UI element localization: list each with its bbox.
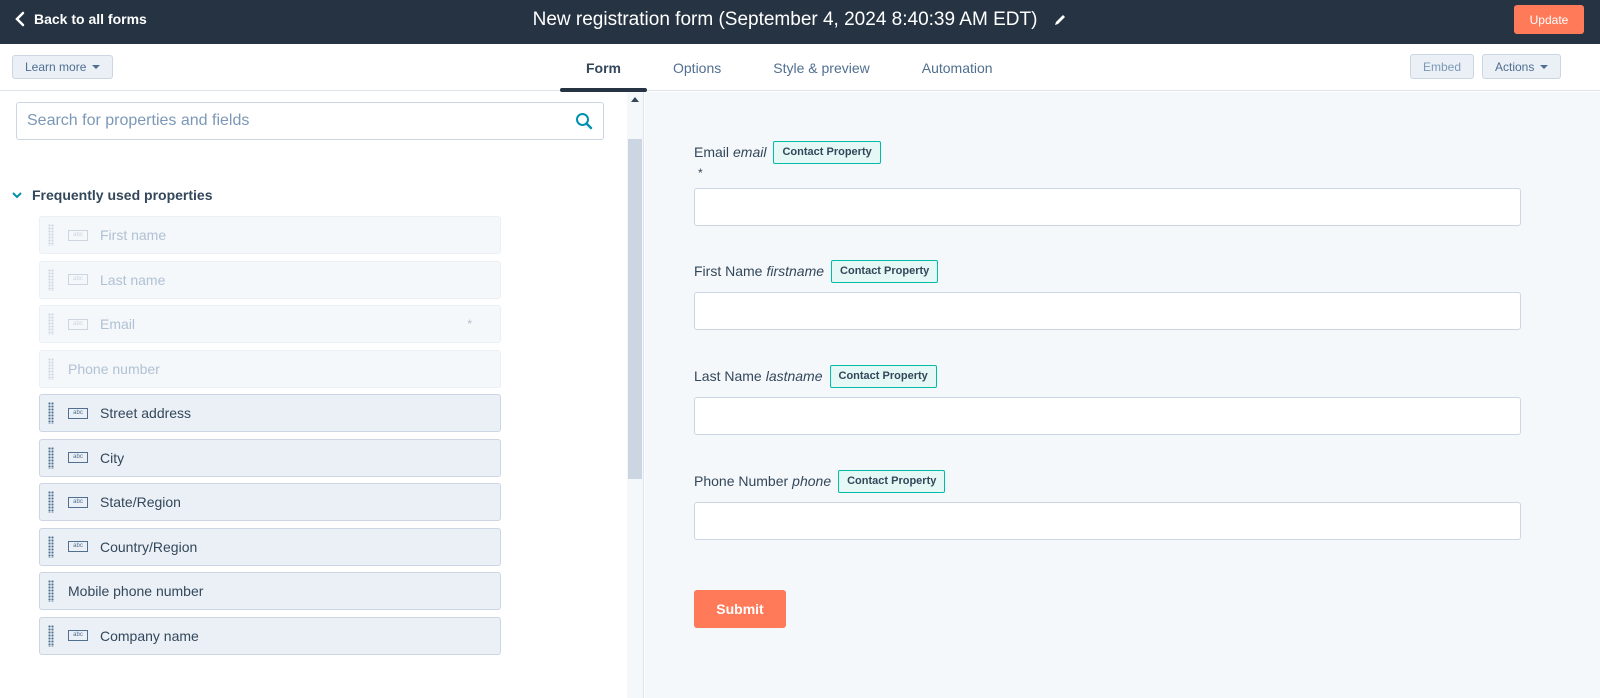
field-label-row: Email email Contact Property [694, 140, 1522, 164]
learn-more-button[interactable]: Learn more [12, 55, 114, 79]
property-field-item: abc Last name [39, 260, 501, 299]
preview-field-phone: Phone Number phone Contact Property [694, 469, 1522, 540]
drag-handle-icon[interactable] [48, 624, 54, 647]
search-box [16, 102, 604, 140]
field-label-row: Phone Number phone Contact Property [694, 469, 1522, 493]
property-field-item: Phone number [39, 349, 501, 388]
text-field-icon: abc [68, 229, 88, 241]
contact-property-badge: Contact Property [831, 259, 939, 283]
field-internal-name: email [733, 144, 767, 160]
property-field-item[interactable]: abc Street address [39, 394, 501, 432]
text-field-icon: abc [68, 630, 88, 641]
drag-handle-icon[interactable] [48, 580, 54, 602]
property-field-item: abc First name [39, 216, 501, 254]
drag-handle-icon [48, 268, 54, 291]
scrollbar-thumb[interactable] [628, 139, 642, 479]
property-field-label: Street address [100, 405, 192, 421]
drag-handle-icon[interactable] [48, 402, 54, 424]
sub-bar: Learn more Form Options Style & preview Aut… [0, 44, 1600, 92]
property-field-list: abc First name abc Last name abc Email * Phone … [39, 216, 501, 661]
contact-property-badge: Contact Property [773, 140, 881, 164]
required-mark: * [467, 317, 472, 331]
email-input[interactable] [694, 188, 1521, 226]
property-field-label: Last name [100, 271, 166, 288]
property-field-item: abc Email * [39, 305, 501, 343]
lastname-input[interactable] [694, 397, 1521, 435]
property-field-item[interactable]: Mobile phone number [39, 572, 501, 610]
text-field-icon: abc [68, 318, 88, 330]
property-field-label: Company name [100, 627, 199, 644]
property-field-label: Phone number [68, 360, 160, 377]
required-mark: * [698, 166, 703, 180]
property-field-item[interactable]: abc Country/Region [39, 527, 501, 566]
text-field-icon: abc [68, 452, 88, 463]
field-internal-name: firstname [766, 263, 825, 279]
caret-down-icon [92, 65, 101, 69]
phone-input[interactable] [694, 502, 1521, 540]
learn-more-label: Learn more [25, 60, 87, 74]
field-label: Email [694, 144, 730, 160]
drag-handle-icon [48, 224, 54, 246]
firstname-input[interactable] [694, 292, 1521, 330]
preview-field-lastname: Last Name lastname Contact Property [694, 364, 1522, 435]
text-field-icon: abc [68, 496, 88, 508]
drag-handle-icon [48, 357, 54, 380]
drag-handle-icon[interactable] [48, 535, 54, 558]
scroll-up-arrow-icon[interactable] [631, 97, 639, 102]
drag-handle-icon [48, 313, 54, 335]
property-field-label: Country/Region [100, 538, 198, 555]
property-field-item[interactable]: abc State/Region [39, 483, 501, 521]
field-internal-name: phone [792, 473, 832, 489]
frequently-used-toggle[interactable]: Frequently used properties [12, 187, 212, 203]
property-field-label: First name [100, 227, 167, 243]
property-field-label: State/Region [100, 494, 181, 510]
form-title: New registration form (September 4, 2024… [532, 9, 1038, 30]
top-bar: Back to all forms New registration form … [0, 0, 1600, 44]
search-icon[interactable] [575, 112, 593, 130]
actions-label: Actions [1495, 59, 1535, 74]
field-label: Last Name [694, 368, 762, 384]
text-field-icon: abc [68, 274, 88, 285]
tab-options[interactable]: Options [647, 44, 747, 91]
drag-handle-icon[interactable] [48, 491, 54, 513]
field-label: First Name [694, 263, 763, 279]
scrollbar[interactable] [627, 92, 643, 698]
property-field-label: Email [100, 316, 136, 332]
form-title-container: New registration form (September 4, 2024… [0, 9, 1600, 31]
property-field-label: City [100, 449, 125, 466]
field-label-row: Last Name lastname Contact Property [694, 364, 1522, 388]
property-field-label: Mobile phone number [68, 583, 204, 599]
form-preview: Submit Email email Contact Property * First … [645, 92, 1600, 698]
properties-panel: Frequently used properties abc First name… [0, 92, 644, 698]
property-field-item[interactable]: abc Company name [39, 616, 501, 655]
tab-style-preview[interactable]: Style & preview [747, 44, 895, 91]
chevron-down-icon [12, 192, 22, 199]
preview-field-firstname: First Name firstname Contact Property [694, 259, 1522, 330]
section-title: Frequently used properties [32, 187, 213, 203]
update-button[interactable]: Update [1514, 5, 1584, 34]
field-label: Phone Number [694, 473, 789, 489]
text-field-icon: abc [68, 541, 88, 552]
contact-property-badge: Contact Property [838, 469, 946, 493]
text-field-icon: abc [68, 407, 88, 419]
field-label-row: First Name firstname Contact Property [694, 259, 1522, 283]
tab-bar: Form Options Style & preview Automation [560, 44, 1019, 92]
submit-button[interactable]: Submit [694, 590, 786, 628]
tab-automation[interactable]: Automation [896, 44, 1019, 91]
pencil-icon[interactable] [1053, 13, 1067, 27]
tab-form[interactable]: Form [560, 44, 647, 92]
embed-button[interactable]: Embed [1410, 54, 1475, 79]
contact-property-badge: Contact Property [829, 364, 937, 388]
caret-down-icon [1540, 64, 1549, 69]
property-field-item[interactable]: abc City [39, 438, 501, 477]
preview-field-email: Email email Contact Property * [694, 140, 1522, 226]
drag-handle-icon[interactable] [48, 446, 54, 469]
actions-button[interactable]: Actions [1482, 54, 1562, 79]
search-input[interactable] [27, 112, 575, 130]
field-internal-name: lastname [765, 368, 823, 384]
